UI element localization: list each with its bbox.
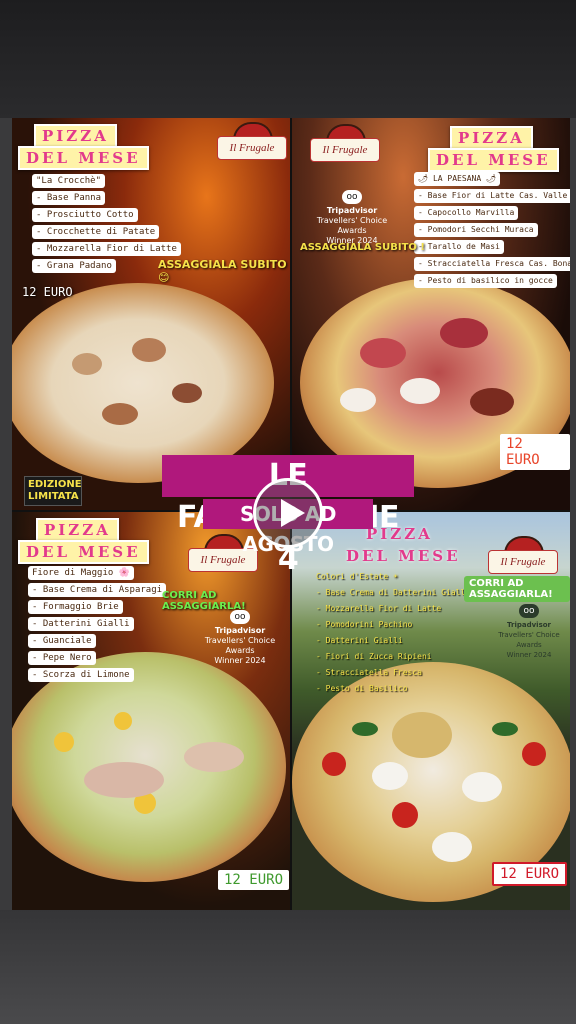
- tripadvisor-year: Winner 2024: [214, 656, 266, 665]
- topping: [184, 742, 244, 772]
- ingredient-list: Fiore di Maggio 🌸 - Base Crema di Aspara…: [28, 566, 167, 685]
- topping: [114, 712, 132, 730]
- heading-pizza: PIZZA: [450, 126, 533, 150]
- tripadvisor-award: Travellers' Choice Awards: [204, 636, 276, 655]
- tripadvisor-owl-icon: oo: [519, 604, 539, 618]
- ingredient: - Capocollo Marvilla: [414, 206, 519, 220]
- topping: [462, 772, 502, 802]
- topping: [522, 742, 546, 766]
- topping: [360, 338, 406, 368]
- tripadvisor-owl-icon: oo: [342, 190, 362, 204]
- tripadvisor-award: Travellers' Choice Awards: [498, 631, 560, 649]
- ingredient-list: Colori d'Estate ☀ - Base Crema di Datter…: [312, 570, 474, 698]
- tripadvisor-owl-icon: oo: [230, 610, 250, 624]
- heading-del-mese: DEL MESE: [18, 146, 149, 170]
- tripadvisor-title: Tripadvisor: [507, 621, 551, 629]
- topping: [84, 762, 164, 798]
- price-label: 12 EURO: [492, 862, 568, 886]
- topping: [132, 338, 166, 362]
- ingredient: - Stracciatella Fresca: [316, 668, 422, 677]
- topping: [172, 383, 202, 403]
- heading-del-mese: DEL MESE: [18, 540, 149, 564]
- tripadvisor-badge: oo Tripadvisor Travellers' Choice Awards…: [306, 190, 398, 246]
- topping: [340, 388, 376, 412]
- top-letterbox: [0, 0, 576, 118]
- ingredient: - Mozzarella Fior di Latte: [32, 242, 181, 256]
- pizza-photo: [12, 283, 274, 483]
- ingredient: - Fiori di Zucca Ripieni: [316, 652, 432, 661]
- restaurant-logo-icon: Il Frugale: [310, 124, 380, 164]
- heading-del-mese: DEL MESE: [428, 148, 559, 172]
- topping: [372, 762, 408, 790]
- ingredient: - Pomodorini Pachino: [316, 620, 413, 629]
- topping: [102, 403, 138, 425]
- tripadvisor-badge: oo Tripadvisor Travellers' Choice Awards…: [492, 604, 566, 660]
- heading-del-mese: DEL MESE: [346, 547, 461, 565]
- callout-text: CORRI AD ASSAGGIARLA!: [162, 590, 246, 612]
- callout-text: CORRI AD ASSAGGIARLA!: [464, 576, 570, 602]
- topping: [72, 353, 102, 375]
- logo-text: Il Frugale: [488, 550, 558, 574]
- topping: [322, 752, 346, 776]
- restaurant-logo-icon: Il Frugale: [488, 536, 558, 576]
- price-label: 12 EURO: [500, 434, 570, 470]
- play-icon[interactable]: [253, 478, 323, 548]
- ingredient: - Base Panna: [32, 191, 106, 205]
- tile-fiore-di-maggio: PIZZA DEL MESE Fiore di Maggio 🌸 - Base …: [12, 512, 290, 910]
- ingredient: - Pepe Nero: [28, 651, 96, 665]
- price-label: 12 EURO: [22, 285, 73, 299]
- ingredient: - Base Fior di Latte Cas. Valle Amato: [414, 189, 570, 203]
- ingredient: - Scorza di Limone: [28, 668, 134, 682]
- logo-text: Il Frugale: [310, 138, 380, 162]
- ingredient: - Mozzarella Fior di Latte: [316, 604, 442, 613]
- callout-text: ASSAGGIALA SUBITO 😊: [158, 258, 287, 284]
- ingredient: - Tarallo de Masi: [414, 240, 504, 254]
- topping: [440, 318, 488, 348]
- price-label: 12 EURO: [218, 870, 290, 890]
- ingredient: - Stracciatella Fresca Cas. Bonaparte: [414, 257, 570, 271]
- ingredient: - Datterini Gialli: [316, 636, 403, 645]
- topping: [352, 722, 378, 736]
- topping: [392, 712, 452, 758]
- topping: [492, 722, 518, 736]
- topping: [392, 802, 418, 828]
- ingredient-list: 🌶 LA PAESANA 🌶 - Base Fior di Latte Cas.…: [414, 172, 570, 291]
- tile-la-paesana: PIZZA DEL MESE 🌶 LA PAESANA 🌶 - Base Fio…: [292, 118, 570, 510]
- ingredient: - Base Crema di Datterini Gialli: [316, 588, 471, 597]
- topping: [54, 732, 74, 752]
- topping: [470, 388, 514, 416]
- topping: [432, 832, 472, 862]
- ingredient: - Datterini Gialli: [28, 617, 134, 631]
- topping: [400, 378, 440, 404]
- callout-text: ASSAGGIALA SUBITO !: [300, 242, 425, 253]
- tripadvisor-title: Tripadvisor: [214, 626, 266, 635]
- tile-la-crocche: PIZZA DEL MESE "La Crocchè" - Base Panna…: [12, 118, 290, 510]
- heading-pizza: PIZZA: [36, 518, 119, 542]
- tripadvisor-year: Winner 2024: [506, 651, 552, 659]
- tripadvisor-title: Tripadvisor: [326, 206, 378, 215]
- ingredient: - Crocchette di Patate: [32, 225, 160, 239]
- limited-edition-badge: EDIZIONE LIMITATA: [24, 476, 82, 506]
- heading-pizza: PIZZA: [34, 124, 117, 148]
- ingredient: - Pesto di Basilico: [316, 684, 408, 693]
- ingredient: - Base Crema di Asparagi: [28, 583, 167, 597]
- ingredient: - Pomodori Secchi Muraca: [414, 223, 538, 237]
- bottom-letterbox: [0, 910, 576, 1024]
- ingredient: - Formaggio Brie: [28, 600, 123, 614]
- ingredient: Colori d'Estate ☀: [316, 572, 398, 581]
- ingredient: Fiore di Maggio 🌸: [28, 566, 134, 580]
- restaurant-logo-icon: Il Frugale: [217, 122, 287, 162]
- ingredient: - Guanciale: [28, 634, 96, 648]
- tripadvisor-badge: oo Tripadvisor Travellers' Choice Awards…: [198, 610, 282, 666]
- tile-colori-d-estate: PIZZA DEL MESE Colori d'Estate ☀ - Base …: [292, 512, 570, 910]
- pizza-photo: [12, 652, 286, 882]
- ingredient: - Pesto di basilico in gocce: [414, 274, 557, 288]
- tripadvisor-award: Travellers' Choice Awards: [316, 216, 388, 235]
- ingredient: - Grana Padano: [32, 259, 116, 273]
- logo-text: Il Frugale: [217, 136, 287, 160]
- ingredient: 🌶 LA PAESANA 🌶: [414, 172, 501, 186]
- ingredient: "La Crocchè": [32, 174, 106, 188]
- ingredient: - Prosciutto Cotto: [32, 208, 138, 222]
